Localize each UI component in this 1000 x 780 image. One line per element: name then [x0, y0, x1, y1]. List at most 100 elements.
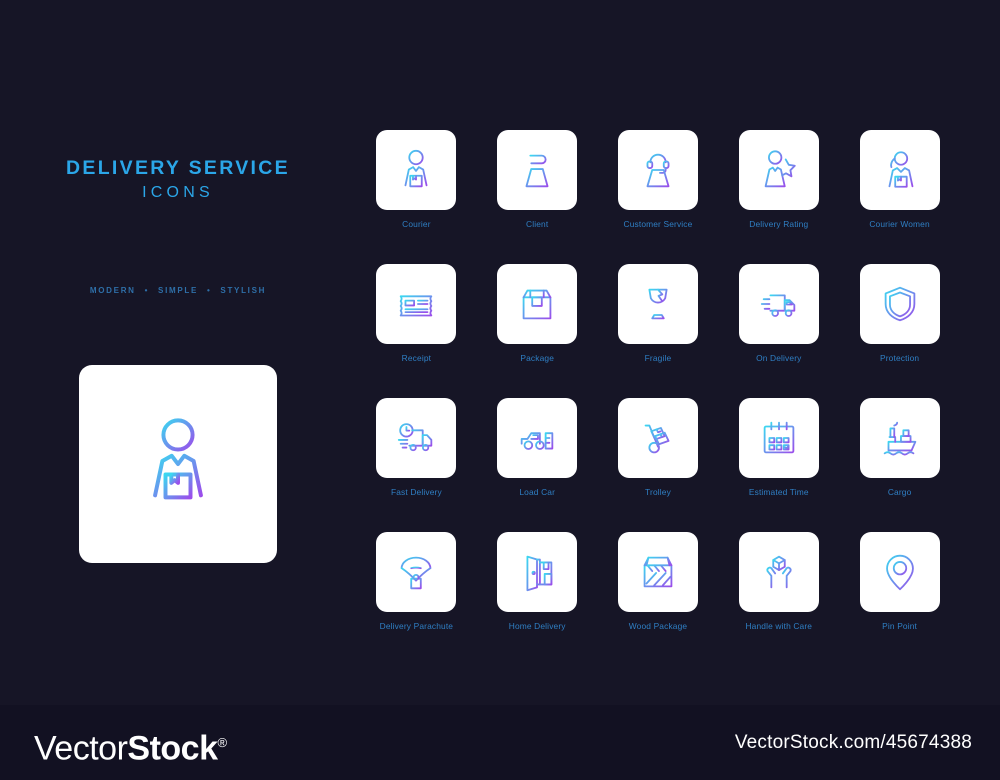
icon-grid-cell: Delivery Parachute [356, 532, 477, 631]
icon-card-protection-shield[interactable] [859, 264, 940, 344]
icon-card-fast-delivery[interactable] [376, 398, 457, 478]
fast-delivery-icon [398, 423, 433, 452]
title-block: DELIVERY SERVICE ICONS [0, 158, 356, 202]
tagline-word-3: STYLISH [220, 286, 267, 295]
registered-trademark-icon: ® [217, 735, 227, 750]
icon-card-on-delivery-truck[interactable] [738, 264, 819, 344]
courier-icon [153, 417, 203, 499]
icon-grid-cell: Courier [356, 130, 477, 229]
hero-icon-card[interactable] [79, 365, 277, 563]
icon-card-estimated-time-calendar[interactable] [738, 398, 819, 478]
icon-grid-cell: On Delivery [718, 264, 839, 363]
icon-label: Package [520, 353, 555, 363]
icon-label: Pin Point [882, 621, 918, 631]
protection-shield-icon [884, 286, 915, 322]
icon-grid-cell: Wood Package [598, 532, 719, 631]
watermark-url: VectorStock.com/45674388 [734, 732, 972, 753]
icon-label: Cargo [887, 487, 912, 497]
wood-package-icon [643, 556, 673, 588]
package-icon [522, 289, 552, 320]
icon-card-delivery-parachute[interactable] [376, 532, 457, 612]
icon-card-package[interactable] [497, 264, 578, 344]
footer-watermark-bar: VectorStock® VectorStock.com/45674388 [0, 705, 1000, 780]
on-delivery-truck-icon [760, 294, 796, 317]
icon-card-trolley[interactable] [617, 398, 698, 478]
client-icon [525, 154, 549, 188]
icon-grid-cell: Fast Delivery [356, 398, 477, 497]
icon-grid-cell: Courier Women [839, 130, 960, 229]
poster-canvas: DELIVERY SERVICE ICONS MODERN • SIMPLE •… [0, 0, 1000, 780]
courier-icon [128, 412, 228, 517]
icon-grid-cell: Customer Service [598, 130, 719, 229]
icon-card-customer-service[interactable] [617, 130, 698, 210]
icon-label: Delivery Parachute [379, 621, 454, 631]
icon-card-courier[interactable] [376, 130, 457, 210]
icon-card-load-car[interactable] [497, 398, 578, 478]
icon-label: Receipt [401, 353, 432, 363]
icon-label: On Delivery [756, 353, 802, 363]
icon-grid-cell: Cargo [839, 398, 960, 497]
page-title: DELIVERY SERVICE [66, 157, 290, 179]
icon-grid-cell: Handle with Care [718, 532, 839, 631]
courier-icon [404, 149, 428, 188]
icon-card-fragile[interactable] [617, 264, 698, 344]
icon-label: Home Delivery [508, 621, 566, 631]
icon-grid-cell: Load Car [477, 398, 598, 497]
tagline-separator-1: • [144, 286, 150, 295]
icon-grid-cell: Protection [839, 264, 960, 363]
pin-point-icon [885, 554, 914, 591]
left-panel: DELIVERY SERVICE ICONS MODERN • SIMPLE •… [0, 0, 356, 705]
estimated-time-calendar-icon [763, 421, 795, 454]
icon-grid-cell: Package [477, 264, 598, 363]
icon-label: Trolley [645, 487, 671, 497]
icon-card-delivery-rating[interactable] [738, 130, 819, 210]
icon-label: Client [526, 219, 549, 229]
icon-label: Load Car [519, 487, 556, 497]
icon-card-handle-with-care[interactable] [738, 532, 819, 612]
icon-grid-cell: Receipt [356, 264, 477, 363]
brand-light-text: Vector [34, 729, 128, 768]
icon-grid-cell: Delivery Rating [718, 130, 839, 229]
icon-card-courier-women[interactable] [859, 130, 940, 210]
delivery-rating-icon [764, 150, 796, 188]
brand-bold-text: Stock [127, 729, 218, 768]
icon-card-pin-point[interactable] [859, 532, 940, 612]
icon-label: Fast Delivery [390, 487, 442, 497]
icon-grid-cell: Client [477, 130, 598, 229]
icon-grid-cell: Home Delivery [477, 532, 598, 631]
cargo-ship-icon [883, 421, 916, 456]
icon-label: Courier Women [869, 219, 930, 229]
icon-grid-cell: Estimated Time [718, 398, 839, 497]
icon-label: Estimated Time [748, 487, 809, 497]
icon-card-cargo-ship[interactable] [859, 398, 940, 478]
icon-label: Protection [879, 353, 920, 363]
icon-card-client[interactable] [497, 130, 578, 210]
icon-card-wood-package[interactable] [617, 532, 698, 612]
tagline-separator-2: • [206, 286, 212, 295]
vectorstock-logo: VectorStock® [34, 723, 227, 768]
icon-label: Handle with Care [745, 621, 813, 631]
icon-grid-cell: Trolley [598, 398, 719, 497]
receipt-icon [400, 295, 433, 317]
icon-label: Customer Service [623, 219, 693, 229]
handle-with-care-icon [766, 555, 792, 589]
tagline-word-2: SIMPLE [158, 286, 199, 295]
icon-card-home-delivery-door[interactable] [497, 532, 578, 612]
trolley-icon [644, 424, 670, 454]
icon-grid: Courier Client Customer Service Delivery… [356, 130, 960, 631]
tagline: MODERN • SIMPLE • STYLISH [0, 286, 356, 295]
courier-women-icon [888, 151, 913, 188]
icon-grid-cell: Fragile [598, 264, 719, 363]
icon-label: Courier [402, 219, 431, 229]
icon-card-receipt[interactable] [376, 264, 457, 344]
page-subtitle: ICONS [142, 184, 214, 202]
icon-label: Fragile [644, 353, 672, 363]
icon-label: Delivery Rating [749, 219, 809, 229]
icon-grid-cell: Pin Point [839, 532, 960, 631]
delivery-parachute-icon [401, 556, 432, 590]
customer-service-icon [646, 153, 670, 188]
load-car-icon [520, 432, 554, 450]
fragile-icon [648, 288, 668, 320]
tagline-word-1: MODERN [89, 286, 136, 295]
icon-label: Wood Package [628, 621, 688, 631]
